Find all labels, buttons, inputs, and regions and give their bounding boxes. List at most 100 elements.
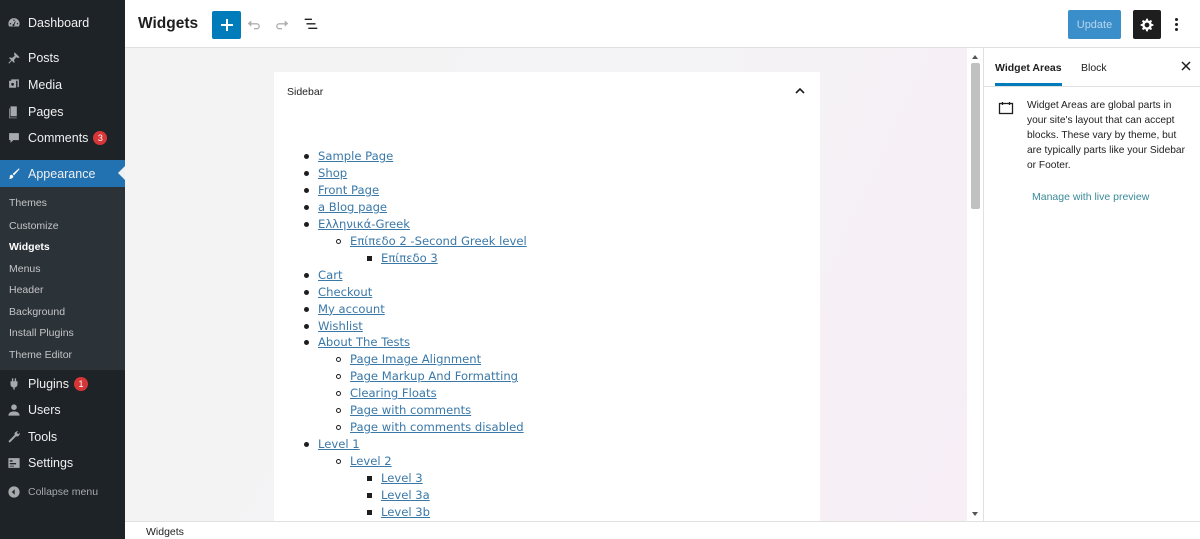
submenu-item-themes[interactable]: Themes [9,195,47,211]
bullet-icon [336,357,341,363]
page-link[interactable]: Επίπεδο 2 -Second Greek level [350,233,527,250]
page-list-item: Shop [304,165,347,182]
bullet-icon [304,187,309,193]
close-icon[interactable] [1180,60,1192,72]
page-link[interactable]: Level 3b [381,504,430,521]
page-link[interactable]: Sample Page [318,148,393,165]
menu-label: Media [28,78,63,92]
bullet-icon [336,374,341,380]
bullet-icon [304,221,309,227]
menu-item-users[interactable]: Users [0,397,125,423]
submenu-item-background[interactable]: Background [9,304,65,320]
submenu-item-customize[interactable]: Customize [9,218,59,234]
page-link[interactable]: Level 3 [381,470,423,487]
menu-label: Pages [28,105,64,119]
wrench-icon [7,430,21,444]
redo-button[interactable] [272,14,292,34]
page-title: Widgets [138,15,199,32]
page-link[interactable]: a Blog page [318,199,387,216]
page-link[interactable]: Page Markup And Formatting [350,368,518,385]
page-link[interactable]: Ελληνικά-Greek [318,216,410,233]
page-list-item: My account [304,301,385,318]
scroll-down-arrow-icon[interactable] [972,512,978,516]
manage-live-preview-link[interactable]: Manage with live preview [1032,191,1149,203]
more-options-button[interactable] [1168,14,1184,34]
pages-icon [7,105,21,119]
widget-area-sidebar: Sidebar Sample Page Shop Front Page a Blog … [274,72,820,521]
collapse-menu-button[interactable]: Collapse menu [0,479,125,505]
page-list-item: Level 2 [336,453,392,470]
menu-item-plugins[interactable]: Plugins 1 [0,371,125,397]
page-list-item: Page Image Alignment [336,351,481,368]
appearance-submenu: Themes Customize Widgets Menus Header Ba… [0,187,125,370]
page-list-item: Front Page [304,182,379,199]
page-link[interactable]: Wishlist [318,318,363,335]
page-link[interactable]: Cart [318,267,343,284]
page-link[interactable]: Front Page [318,182,379,199]
widget-areas-description: Widget Areas are global parts in your si… [1027,100,1185,171]
page-link[interactable]: Page with comments disabled [350,419,524,436]
page-link[interactable]: My account [318,301,385,318]
menu-label: Posts [28,51,60,65]
list-view-button[interactable] [301,14,321,34]
page-link[interactable]: Checkout [318,284,372,301]
submenu-item-widgets[interactable]: Widgets [9,239,50,255]
page-link[interactable]: Clearing Floats [350,385,437,402]
menu-item-settings[interactable]: Settings [0,450,125,476]
more-dot-icon [1174,17,1178,21]
divider [984,86,1200,87]
settings-toggle-button[interactable] [1133,10,1161,39]
page-link[interactable]: Page Image Alignment [350,351,481,368]
page-link[interactable]: Level 2 [350,453,392,470]
bullet-icon [304,170,309,176]
scroll-thumb[interactable] [971,63,980,209]
submenu-item-install-plugins[interactable]: Install Plugins [9,325,74,341]
menu-label: Settings [28,456,74,470]
menu-item-pages[interactable]: Pages [0,99,125,125]
menu-item-appearance[interactable]: Appearance [0,160,125,187]
page-list-item: Cart [304,267,343,284]
admin-sidebar: Dashboard Posts Media Pages Comments 3 A… [0,0,125,539]
update-button[interactable]: Update [1068,10,1121,39]
page-list-item: Level 3a [367,487,430,504]
menu-item-media[interactable]: Media [0,72,125,98]
submenu-item-menus[interactable]: Menus [9,261,41,277]
menu-item-comments[interactable]: Comments 3 [0,125,125,151]
menu-label: Appearance [28,166,96,181]
menu-item-tools[interactable]: Tools [0,424,125,450]
bullet-icon [304,442,309,448]
canvas-scrollbar[interactable] [968,48,983,521]
bullet-icon [367,493,372,498]
page-list-item: Page with comments [336,402,471,419]
page-link[interactable]: Επίπεδο 3 [381,250,438,267]
bullet-icon [336,391,341,397]
submenu-item-header[interactable]: Header [9,282,43,298]
tab-block[interactable]: Block [1081,48,1107,86]
menu-label: Tools [28,430,58,444]
add-block-button[interactable] [212,11,241,39]
page-link[interactable]: Shop [318,165,347,182]
undo-button[interactable] [244,14,264,34]
menu-label: Users [28,403,61,417]
more-dot-icon [1174,27,1178,31]
editor-canvas: Sidebar Sample Page Shop Front Page a Blog … [125,48,967,521]
page-link[interactable]: Level 3a [381,487,430,504]
scroll-up-arrow-icon[interactable] [972,55,978,59]
page-link[interactable]: Page with comments [350,402,471,419]
menu-item-dashboard[interactable]: Dashboard [0,10,125,36]
menu-item-posts[interactable]: Posts [0,45,125,71]
chevron-up-icon[interactable] [793,84,807,98]
bullet-icon [304,204,309,210]
tab-widget-areas[interactable]: Widget Areas [995,48,1062,86]
user-icon [7,403,21,417]
bullet-icon [304,272,309,278]
page-link[interactable]: About The Tests [318,334,410,351]
redo-icon [276,20,289,30]
breadcrumb[interactable]: Widgets [146,526,184,538]
bullet-icon [304,323,309,329]
submenu-item-theme-editor[interactable]: Theme Editor [9,347,72,363]
brush-icon [7,167,21,181]
page-list-item: Επίπεδο 3 [367,250,438,267]
page-list-item: Sample Page [304,148,393,165]
page-link[interactable]: Level 1 [318,436,360,453]
